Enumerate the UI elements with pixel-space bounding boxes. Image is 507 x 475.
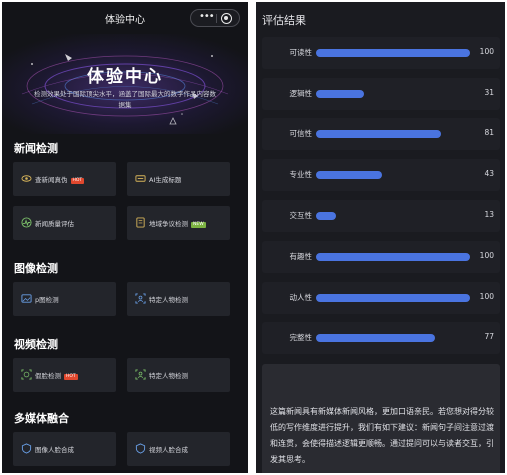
metric-row: 可读性 100 — [262, 37, 500, 69]
score-bar-track — [316, 90, 470, 98]
result-title: 评估结果 — [262, 14, 306, 27]
metric-name: 完整性 — [289, 333, 313, 342]
person-scan-icon — [135, 293, 146, 304]
metric-score: 81 — [484, 128, 494, 137]
tool-card-image-face-synthesis[interactable]: 图像人脸合成 — [13, 432, 116, 466]
person-scan-icon — [135, 369, 146, 380]
hot-badge: HOT — [64, 374, 78, 380]
score-bar — [316, 212, 337, 220]
score-bar-track — [316, 334, 470, 342]
score-bar-track — [316, 130, 470, 138]
metric-score: 100 — [479, 251, 494, 260]
metric-name: 可读性 — [289, 48, 313, 57]
metric-score: 31 — [484, 88, 494, 97]
score-bar — [316, 253, 470, 261]
close-target-icon[interactable] — [221, 13, 232, 24]
tool-card-video-face-synthesis[interactable]: 视频人脸合成 — [127, 432, 230, 466]
metric-name: 动人性 — [289, 293, 313, 302]
metric-name: 可信性 — [289, 129, 313, 138]
score-bar — [316, 90, 364, 98]
metric-row: 交互性 13 — [262, 200, 500, 232]
score-bar-track — [316, 49, 470, 57]
tool-label: 新闻质量评估 — [35, 220, 74, 228]
metric-row: 完整性 77 — [262, 322, 500, 354]
metric-score: 100 — [479, 292, 494, 301]
evaluation-summary-text: 这篇新闻具有新媒体新闻风格，更加口语亲民。若您想对得分较低的写作维度进行提升，我… — [270, 407, 494, 464]
hero-subtitle: 检测效果处于国际顶尖水平，涵盖了国际最大的数字作品内容数据集 — [34, 90, 216, 109]
metric-score: 43 — [484, 169, 494, 178]
score-bar-track — [316, 212, 470, 220]
tool-label: 特定人物检测 — [149, 372, 188, 380]
pulse-icon — [21, 217, 32, 228]
experience-center-screen: 体验中心 ••• 体验中心 检测效果处于国际顶尖水平，涵盖了国际最大的数字作品内… — [2, 2, 248, 473]
tool-label: 特定人物检测 — [149, 296, 188, 304]
tool-card-person-detect[interactable]: 特定人物检测 — [127, 282, 230, 316]
shield-icon — [21, 443, 32, 454]
tool-card-news-quality[interactable]: 新闻质量评估 — [13, 206, 116, 240]
score-bar — [316, 171, 383, 179]
metric-name: 逻辑性 — [289, 89, 313, 98]
metric-name: 专业性 — [289, 170, 313, 179]
metric-row: 可信性 81 — [262, 118, 500, 150]
new-badge: NEW — [191, 222, 206, 228]
face-scan-icon — [21, 369, 32, 380]
tool-card-photoshop-detect[interactable]: p图检测 — [13, 282, 116, 316]
score-bar — [316, 294, 470, 302]
score-bar-track — [316, 253, 470, 261]
section-title-multimedia: 多媒体融合 — [14, 412, 69, 425]
score-bar — [316, 334, 435, 342]
hot-badge: HOT — [70, 178, 85, 184]
score-bar — [316, 49, 470, 57]
metric-name: 交互性 — [289, 211, 313, 220]
tool-card-news-fact-check[interactable]: 查新闻真伪 HOT — [13, 162, 116, 196]
ai-icon — [135, 175, 146, 182]
mini-program-capsule: ••• — [190, 9, 240, 27]
metric-row: 逻辑性 31 — [262, 78, 500, 110]
metric-score: 77 — [484, 332, 494, 341]
metric-row: 专业性 43 — [262, 159, 500, 191]
hero-title: 体验中心 — [87, 67, 163, 87]
score-bar — [316, 130, 441, 138]
tool-label: 图像人脸合成 — [35, 446, 74, 454]
metric-row: 动人性 100 — [262, 282, 500, 314]
tool-card-video-person-detect[interactable]: 特定人物检测 — [127, 358, 230, 392]
tool-label: 地域争议检测 — [149, 220, 188, 228]
metric-score: 100 — [479, 47, 494, 56]
tool-card-fake-face[interactable]: 假脸检测 HOT — [13, 358, 116, 392]
evaluation-result-screen: 评估结果 可读性 100 逻辑性 31 可信性 81 专业性 43 交互性 13… — [256, 2, 505, 473]
document-icon — [136, 217, 145, 228]
capsule-divider — [216, 14, 217, 23]
tool-label: p图检测 — [35, 296, 59, 304]
hero-banner: 体验中心 检测效果处于国际顶尖水平，涵盖了国际最大的数字作品内容数据集 — [2, 34, 248, 134]
tool-label: 查新闻真伪 — [35, 176, 68, 184]
score-bar-track — [316, 294, 470, 302]
tool-card-region-dispute[interactable]: 地域争议检测 NEW — [127, 206, 230, 240]
shield-icon — [135, 443, 146, 454]
eye-icon — [21, 175, 32, 182]
metric-row: 有趣性 100 — [262, 241, 500, 273]
title-bar: 体验中心 ••• — [2, 2, 248, 34]
tool-label: 视频人脸合成 — [149, 446, 188, 454]
tool-card-ai-headline[interactable]: AI生成标题 — [127, 162, 230, 196]
image-icon — [21, 294, 32, 303]
metric-score: 13 — [484, 210, 494, 219]
evaluation-summary-card: 这篇新闻具有新媒体新闻风格，更加口语亲民。若您想对得分较低的写作维度进行提升，我… — [262, 364, 500, 473]
section-title-video: 视频检测 — [14, 338, 58, 351]
section-title-news: 新闻检测 — [14, 142, 58, 155]
tool-label: 假脸检测 — [35, 372, 61, 380]
metric-name: 有趣性 — [289, 252, 313, 261]
more-icon[interactable]: ••• — [199, 11, 215, 22]
score-bar-track — [316, 171, 470, 179]
tool-label: AI生成标题 — [149, 176, 182, 184]
section-title-image: 图像检测 — [14, 262, 58, 275]
